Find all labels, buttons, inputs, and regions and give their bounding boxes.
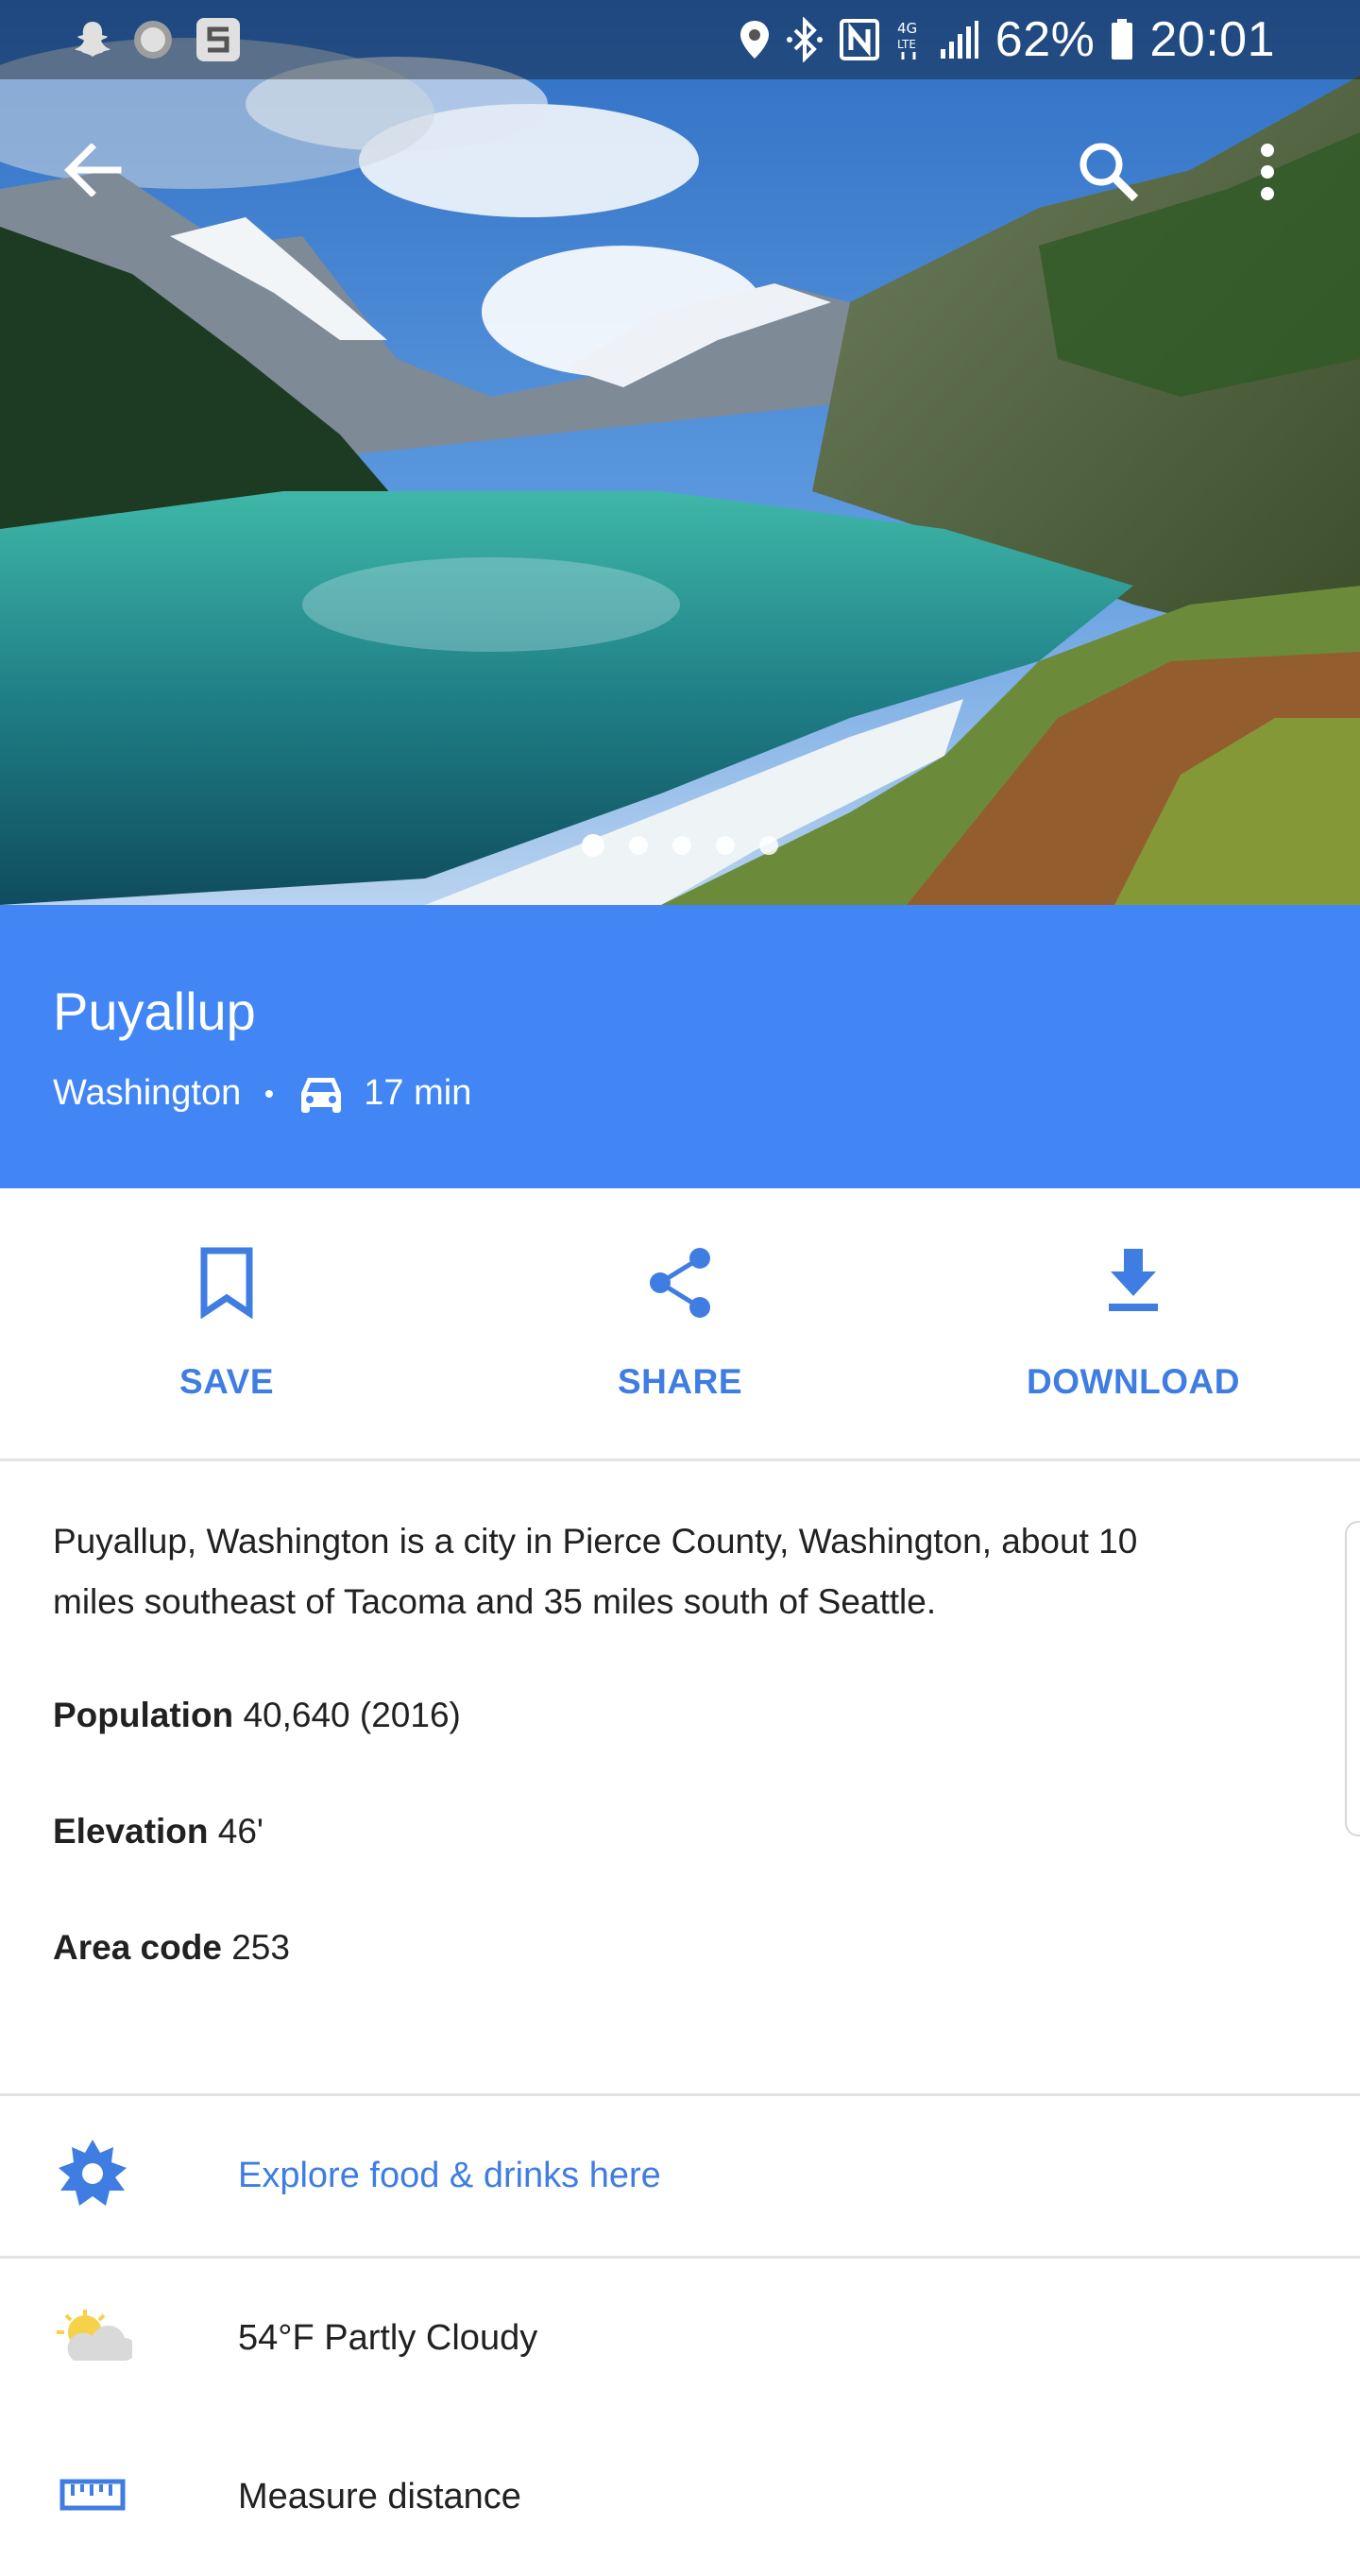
more-vert-icon[interactable]	[1228, 132, 1307, 212]
weather-label: 54°F Partly Cloudy	[238, 2317, 538, 2358]
battery-percent: 62%	[994, 12, 1096, 67]
travel-time: 17 min	[364, 1073, 472, 1113]
measure-distance-row[interactable]: Measure distance	[0, 2417, 1360, 2576]
gallery-pager[interactable]	[0, 834, 1360, 857]
fact-value: 253	[231, 1928, 290, 1967]
battery-icon	[1110, 18, 1134, 61]
place-region: Washington	[53, 1073, 242, 1113]
fact-elevation: Elevation 46'	[53, 1812, 264, 1851]
pager-dot[interactable]	[672, 836, 691, 855]
fact-value: 46'	[217, 1812, 264, 1851]
fact-label: Elevation	[53, 1812, 209, 1851]
partly-cloudy-icon	[53, 2308, 136, 2369]
place-header: Puyallup Washington 17 min	[0, 905, 1360, 1188]
clock: 20:01	[1149, 12, 1275, 67]
download-label: DOWNLOAD	[1027, 1362, 1240, 1401]
fact-population: Population 40,640 (2016)	[53, 1696, 461, 1735]
bluetooth-icon	[786, 17, 824, 62]
place-photo-gallery[interactable]: 4G LTE 62% 20:01	[0, 0, 1360, 905]
explore-icon	[57, 2138, 128, 2214]
download-button[interactable]: DOWNLOAD	[907, 1188, 1360, 1459]
arrow-back-icon[interactable]	[55, 132, 130, 208]
separator-dot	[265, 1089, 274, 1098]
share-button[interactable]: SHARE	[453, 1188, 907, 1459]
pager-dot-active[interactable]	[582, 834, 604, 857]
weather-row[interactable]: 54°F Partly Cloudy	[0, 2259, 1360, 2417]
explore-food-row[interactable]: Explore food & drinks here	[0, 2096, 1360, 2255]
car-icon	[299, 1074, 343, 1114]
explore-food-label: Explore food & drinks here	[238, 2155, 661, 2195]
action-bar: SAVE SHARE DOWNLOAD	[0, 1188, 1360, 1461]
fact-label: Area code	[53, 1928, 222, 1967]
measure-distance-label: Measure distance	[238, 2476, 521, 2516]
share-icon	[647, 1247, 713, 1323]
ruler-icon	[60, 2479, 126, 2516]
signal-icon	[939, 19, 980, 60]
pager-dot[interactable]	[759, 836, 778, 855]
place-subtitle: Washington 17 min	[53, 1073, 471, 1114]
side-panel-handle[interactable]	[1345, 1521, 1360, 1836]
download-icon	[1105, 1247, 1162, 1318]
save-button[interactable]: SAVE	[0, 1188, 453, 1459]
save-label: SAVE	[178, 1362, 274, 1401]
fact-label: Population	[53, 1696, 234, 1734]
pager-dot[interactable]	[629, 836, 648, 855]
place-description: Puyallup, Washington is a city in Pierce…	[53, 1522, 1138, 1621]
status-bar: 4G LTE 62% 20:01	[0, 0, 1360, 79]
location-icon	[739, 19, 771, 60]
bookmark-icon	[196, 1247, 257, 1323]
fact-area-code: Area code 253	[53, 1928, 290, 1968]
snapchat-icon	[74, 19, 111, 60]
share-label: SHARE	[617, 1362, 743, 1401]
svg-text:4G: 4G	[897, 20, 917, 37]
circle-notification-icon	[132, 19, 174, 60]
landscape-photo	[0, 0, 1360, 905]
place-name: Puyallup	[53, 981, 256, 1041]
s-app-icon	[195, 16, 242, 63]
pager-dot[interactable]	[716, 836, 735, 855]
fact-value: 40,640 (2016)	[243, 1696, 461, 1734]
4g-lte-icon: 4G LTE	[895, 18, 924, 61]
search-icon[interactable]	[1067, 130, 1148, 212]
svg-text:LTE: LTE	[897, 38, 916, 51]
nfc-icon	[839, 18, 880, 61]
